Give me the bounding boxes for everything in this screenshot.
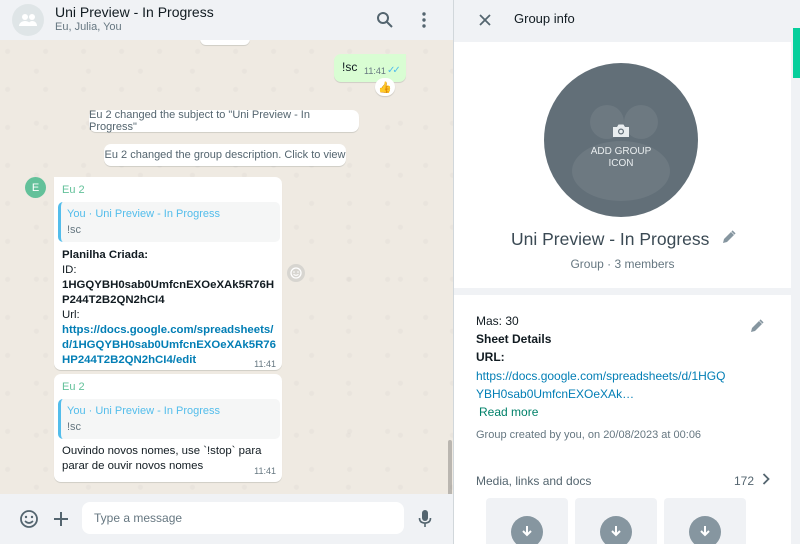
read-more-link[interactable]: Read more [479,405,538,419]
media-thumbnail[interactable] [664,498,746,544]
message-link[interactable]: HP244T2B2QN2hCI4/edit [62,354,196,366]
microphone-icon[interactable] [414,508,436,530]
message-time: 11:41 [254,466,276,476]
quote-body: !sc [67,224,82,236]
description-line: URL: [476,350,505,364]
edit-pencil-icon[interactable] [720,228,738,246]
chat-pane: Uni Preview - In Progress Eu, Julia, You… [0,0,453,544]
message-line: parar de ouvir novos nomes [62,460,204,472]
chevron-right-icon [762,473,770,485]
message-link[interactable]: d/1HGQYBH0sab0UmfcnEXOeXAk5R76 [62,339,276,351]
group-avatar[interactable] [12,4,44,36]
attach-plus-icon[interactable] [50,508,72,530]
media-label: Media, links and docs [476,474,592,488]
add-group-icon-label: ADD GROUP ICON [544,146,698,170]
sender-name[interactable]: Eu 2 [62,184,85,196]
chat-participants: Eu, Julia, You [55,21,122,33]
message-input[interactable] [82,502,404,534]
quoted-message[interactable]: You · Uni Preview - In Progress !sc [58,202,280,242]
description-line: Mas: 30 [476,314,519,328]
sender-name[interactable]: Eu 2 [62,381,85,393]
media-thumbnail[interactable] [486,498,568,544]
message-line: 1HGQYBH0sab0UmfcnEXOeXAk5R76H [62,279,275,291]
message-line: ID: [62,264,77,276]
incoming-message[interactable]: Eu 2 You · Uni Preview - In Progress !sc… [54,374,282,482]
message-list[interactable]: !sc 11:41 ✓✓ 👍 Eu 2 changed the subject … [0,40,453,494]
description-line: Sheet Details [476,332,552,346]
panel-title: Group info [514,11,575,26]
quote-body: !sc [67,421,82,433]
group-name: Uni Preview - In Progress [511,229,710,249]
quote-title: You · Uni Preview - In Progress [67,208,221,220]
download-icon[interactable] [600,516,632,544]
message-time: 11:41 [254,359,276,369]
camera-icon [613,124,629,137]
incoming-message[interactable]: Eu 2 You · Uni Preview - In Progress !sc… [54,177,282,370]
description-link[interactable]: https://docs.google.com/spreadsheets/d/1… [476,369,725,383]
quote-title: You · Uni Preview - In Progress [67,405,221,417]
read-ticks-icon: ✓✓ [387,65,401,76]
edit-pencil-icon[interactable] [748,317,766,335]
chat-scrollbar[interactable] [448,440,452,494]
group-info-header: Group info [454,0,800,40]
info-scrollbar-track[interactable] [792,0,800,544]
message-line: Ouvindo novos nomes, use `!stop` para [62,445,262,457]
menu-icon[interactable] [413,9,435,31]
description-link[interactable]: YBH0sab0UmfcnEXOeXAk… [476,387,634,401]
media-links-docs-row[interactable]: Media, links and docs 172 [476,470,772,492]
composer [0,494,453,544]
group-profile-card: ADD GROUP ICON Uni Preview - In Progress… [454,42,791,288]
reaction-badge[interactable]: 👍 [375,78,395,96]
sender-avatar[interactable]: E [25,177,46,198]
label-line: ADD GROUP [590,146,652,157]
message-line: Planilha Criada: [62,249,149,261]
previous-message-fragment [200,40,250,45]
message-text: !sc [342,60,358,74]
group-member-count: Group · 3 members [570,257,675,271]
media-count: 172 [733,474,754,488]
media-thumbnail[interactable] [575,498,657,544]
label-line: ICON [608,158,634,169]
search-icon[interactable] [374,9,396,31]
quoted-message[interactable]: You · Uni Preview - In Progress !sc [58,399,280,439]
emoji-icon[interactable] [18,508,40,530]
download-icon[interactable] [689,516,721,544]
message-line: Url: [62,309,80,321]
close-icon[interactable] [474,9,496,31]
group-description-card: Mas: 30 Sheet Details URL: https://docs.… [454,295,791,544]
group-info-pane: Group info ADD GROUP ICON Uni Preview - … [453,0,800,544]
react-emoji-icon[interactable] [287,264,305,282]
system-message: Eu 2 changed the subject to "Uni Preview… [89,109,359,133]
outgoing-message[interactable]: !sc 11:41 ✓✓ [334,54,406,82]
chat-title[interactable]: Uni Preview - In Progress [55,4,214,20]
system-message-description[interactable]: Eu 2 changed the group description. Clic… [104,144,346,166]
download-icon[interactable] [511,516,543,544]
chat-header[interactable]: Uni Preview - In Progress Eu, Julia, You [0,0,453,40]
group-created-info: Group created by you, on 20/08/2023 at 0… [476,429,702,441]
info-scrollbar-thumb[interactable] [793,28,800,78]
group-icon [19,14,37,26]
message-link[interactable]: https://docs.google.com/spreadsheets/ [62,324,273,336]
message-time: 11:41 [364,66,386,76]
add-group-icon-button[interactable]: ADD GROUP ICON [544,63,698,217]
message-line: P244T2B2QN2hCI4 [62,294,165,306]
